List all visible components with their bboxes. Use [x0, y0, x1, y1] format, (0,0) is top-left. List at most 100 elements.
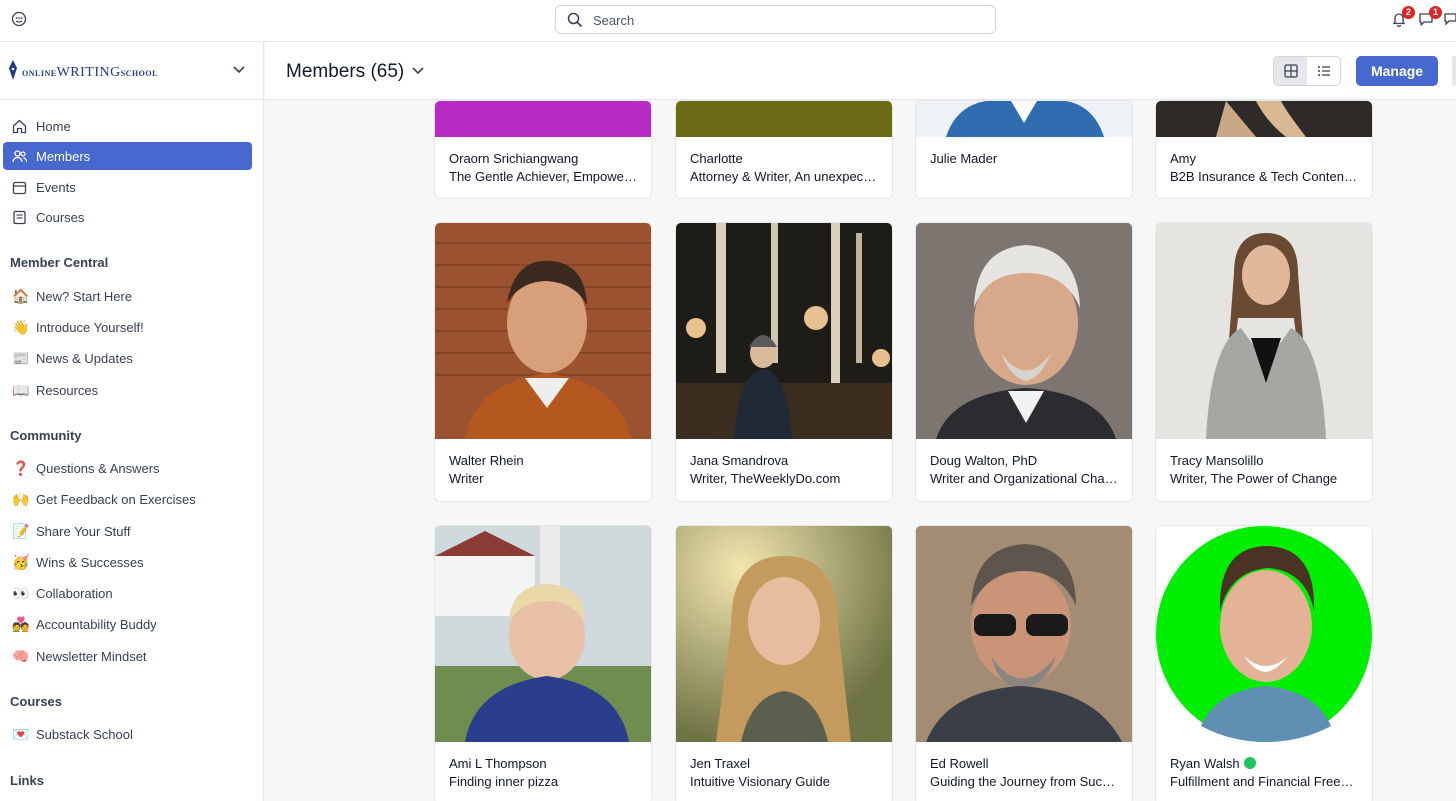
- nav-label: Courses: [36, 209, 85, 225]
- space-label: Substack School: [36, 726, 133, 742]
- member-photo: [916, 223, 1132, 439]
- member-photo: [916, 526, 1132, 742]
- menu-icon[interactable]: [11, 11, 27, 27]
- member-name: Charlotte: [690, 151, 743, 166]
- space-introduce-yourself[interactable]: 👋 Introduce Yourself!: [12, 317, 144, 337]
- grid-view-button[interactable]: [1274, 57, 1307, 85]
- question-emoji-icon: ❓: [12, 460, 30, 476]
- member-photo: [676, 101, 892, 137]
- nav-members[interactable]: Members: [3, 142, 252, 170]
- nav-label: Home: [36, 118, 71, 134]
- members-icon: [11, 148, 27, 164]
- chevron-down-icon[interactable]: [412, 67, 424, 75]
- member-photo: [676, 223, 892, 439]
- nav-events[interactable]: Events: [3, 173, 252, 201]
- grid-icon: [1283, 64, 1298, 78]
- member-name: Walter Rhein: [449, 453, 524, 468]
- member-card[interactable]: Ami L Thompson Finding inner pizza: [434, 525, 652, 801]
- top-bar: Search 2 1: [0, 0, 1456, 42]
- party-face-emoji-icon: 🥳: [12, 554, 30, 570]
- member-tagline: Intuitive Visionary Guide: [690, 774, 830, 789]
- member-card[interactable]: Walter Rhein Writer: [434, 222, 652, 502]
- member-card[interactable]: Jana Smandrova Writer, TheWeeklyDo.com: [675, 222, 893, 502]
- nav-label: Members: [36, 148, 91, 164]
- space-label: Newsletter Mindset: [36, 648, 147, 664]
- member-tagline: Finding inner pizza: [449, 774, 559, 789]
- chevron-down-icon: [233, 66, 245, 74]
- space-news-updates[interactable]: 📰 News & Updates: [12, 348, 133, 368]
- member-tagline: The Gentle Achiever, Empowering Women: [449, 169, 637, 184]
- space-questions-answers[interactable]: ❓ Questions & Answers: [12, 458, 160, 478]
- space-wins-successes[interactable]: 🥳 Wins & Successes: [12, 552, 144, 572]
- member-card[interactable]: Ed Rowell Guiding the Journey from Succe…: [915, 525, 1133, 801]
- nav-label: Events: [36, 179, 76, 195]
- section-heading-courses: Courses: [10, 694, 63, 709]
- view-toggle: [1273, 56, 1341, 86]
- member-tagline: Guiding the Journey from Success to Sign…: [930, 774, 1118, 789]
- space-substack-school[interactable]: 💌 Substack School: [12, 724, 133, 744]
- notifications-button[interactable]: 2: [1391, 6, 1415, 29]
- member-card[interactable]: Ryan Walsh Fulfillment and Financial Fre…: [1155, 525, 1373, 801]
- newspaper-emoji-icon: 📰: [12, 350, 30, 366]
- memo-emoji-icon: 📝: [12, 523, 30, 539]
- calendar-icon: [11, 179, 27, 195]
- space-accountability-buddy[interactable]: 💑 Accountability Buddy: [12, 614, 157, 634]
- space-resources[interactable]: 📖 Resources: [12, 380, 98, 400]
- nav-courses[interactable]: Courses: [3, 203, 252, 231]
- member-card[interactable]: Doug Walton, PhD Writer and Organization…: [915, 222, 1133, 502]
- member-name: Ed Rowell: [930, 756, 989, 771]
- chat-bubbles-icon: [1444, 13, 1456, 26]
- member-name: Ryan Walsh: [1170, 755, 1358, 773]
- member-card[interactable]: Charlotte Attorney & Writer, An unexpect…: [675, 100, 893, 199]
- book-emoji-icon: 📖: [12, 382, 30, 398]
- community-switcher[interactable]: ONLINEWRITINGSCHOOL: [0, 42, 264, 100]
- space-label: Accountability Buddy: [36, 616, 157, 632]
- pen-logo-icon: [9, 60, 17, 80]
- space-collaboration[interactable]: 👀 Collaboration: [12, 583, 113, 603]
- member-photo: [916, 101, 1132, 137]
- list-icon: [1317, 66, 1330, 76]
- member-card[interactable]: Julie Mader: [915, 100, 1133, 199]
- space-get-feedback[interactable]: 🙌 Get Feedback on Exercises: [12, 489, 196, 509]
- member-card[interactable]: Amy B2B Insurance & Tech Content Strateg…: [1155, 100, 1373, 199]
- member-name: Tracy Mansolillo: [1170, 453, 1264, 468]
- messages-button[interactable]: 1: [1418, 6, 1442, 29]
- member-tagline: Writer: [449, 471, 484, 486]
- wave-emoji-icon: 👋: [12, 319, 30, 335]
- member-name: Oraorn Srichiangwang: [449, 151, 579, 166]
- section-heading-member-central: Member Central: [10, 255, 109, 270]
- member-tagline: Writer, The Power of Change: [1170, 471, 1338, 486]
- member-name: Doug Walton, PhD: [930, 453, 1038, 468]
- space-newsletter-mindset[interactable]: 🧠 Newsletter Mindset: [12, 646, 147, 666]
- member-card[interactable]: Tracy Mansolillo Writer, The Power of Ch…: [1155, 222, 1373, 502]
- search-placeholder: Search: [593, 13, 635, 28]
- space-share-your-stuff[interactable]: 📝 Share Your Stuff: [12, 521, 130, 541]
- space-label: New? Start Here: [36, 288, 133, 304]
- nav-home[interactable]: Home: [3, 112, 252, 140]
- home-icon: [11, 118, 27, 134]
- member-name: Jen Traxel: [690, 756, 750, 771]
- courses-icon: [11, 209, 27, 225]
- scrollbar[interactable]: [1452, 56, 1456, 86]
- chat-threads-button[interactable]: [1444, 11, 1456, 29]
- page-title: Members (65): [286, 61, 405, 82]
- member-card[interactable]: Oraorn Srichiangwang The Gentle Achiever…: [434, 100, 652, 199]
- space-label: Wins & Successes: [36, 554, 144, 570]
- search-input[interactable]: Search: [555, 5, 996, 34]
- member-name: Amy: [1170, 151, 1196, 166]
- list-view-button[interactable]: [1307, 57, 1340, 85]
- member-photo: [1156, 526, 1372, 742]
- love-letter-emoji-icon: 💌: [12, 726, 30, 742]
- raised-hands-emoji-icon: 🙌: [12, 491, 30, 507]
- search-icon: [567, 12, 583, 28]
- member-card[interactable]: Jen Traxel Intuitive Visionary Guide: [675, 525, 893, 801]
- message-badge: 1: [1429, 6, 1442, 19]
- space-label: Get Feedback on Exercises: [36, 491, 196, 507]
- member-photo: [676, 526, 892, 742]
- space-new-start-here[interactable]: 🏠 New? Start Here: [12, 286, 132, 306]
- member-tagline: Fulfillment and Financial Freedom Coach: [1170, 774, 1358, 789]
- member-name: Julie Mader: [930, 151, 998, 166]
- space-label: News & Updates: [36, 350, 133, 366]
- space-label: Collaboration: [36, 585, 113, 601]
- manage-button[interactable]: Manage: [1356, 56, 1438, 86]
